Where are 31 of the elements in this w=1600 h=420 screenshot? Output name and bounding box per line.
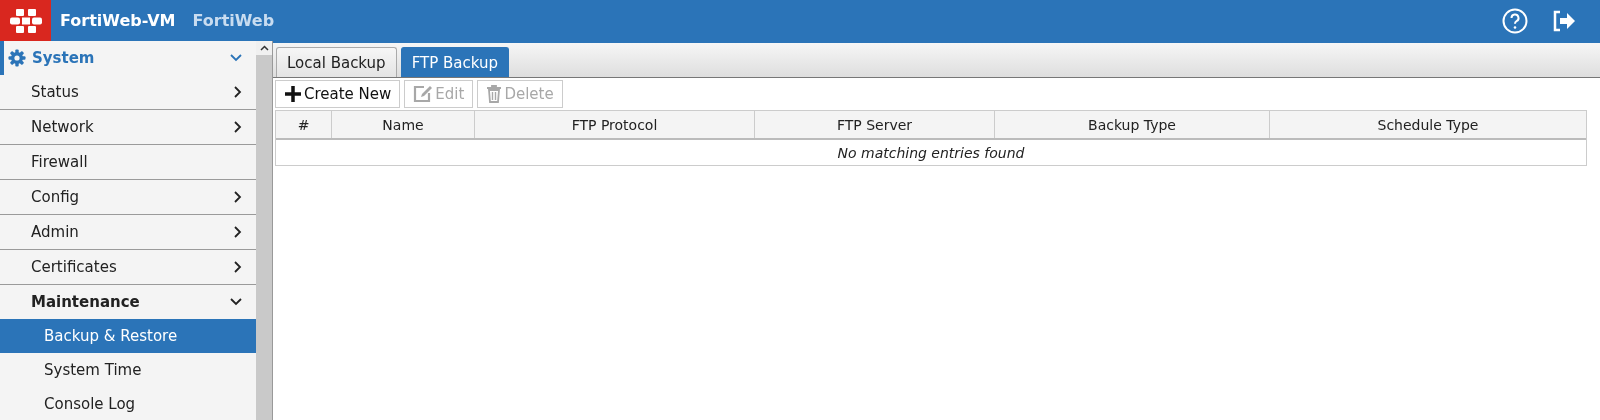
column-header[interactable]: # (276, 111, 332, 138)
nav-item[interactable]: Backup & Restore (0, 319, 256, 353)
chevron-right-icon (234, 121, 242, 133)
chevron-right-icon (234, 226, 242, 238)
nav-item[interactable]: Maintenance (0, 285, 256, 319)
create-new-button[interactable]: Create New (275, 80, 401, 108)
hostname: FortiWeb (192, 11, 275, 30)
empty-message: No matching entries found (836, 143, 1026, 163)
scroll-up-icon[interactable] (256, 41, 272, 55)
chevron-right-icon (234, 86, 242, 98)
chevron-right-icon (234, 191, 242, 203)
chevron-right-icon (234, 261, 242, 273)
tab[interactable]: FTP Backup (400, 47, 509, 77)
column-header[interactable]: Schedule Type (1270, 111, 1586, 138)
gear-icon (8, 49, 26, 67)
product-name: FortiWeb-VM (60, 11, 176, 30)
plus-icon (284, 85, 302, 103)
column-header[interactable]: Backup Type (995, 111, 1270, 138)
chevron-down-icon (230, 54, 242, 62)
column-header[interactable]: FTP Server (755, 111, 995, 138)
nav-item[interactable]: System Time (0, 353, 256, 387)
column-header[interactable]: Name (332, 111, 475, 138)
column-header[interactable]: FTP Protocol (475, 111, 755, 138)
scrollbar[interactable] (256, 41, 273, 420)
tab[interactable]: Local Backup (276, 47, 397, 77)
trash-icon (486, 85, 503, 103)
logout-icon[interactable] (1552, 9, 1576, 32)
help-icon[interactable] (1502, 7, 1528, 34)
chevron-down-icon (230, 298, 242, 306)
nav-item[interactable]: Console Log (0, 387, 256, 420)
edit-icon (413, 85, 434, 103)
